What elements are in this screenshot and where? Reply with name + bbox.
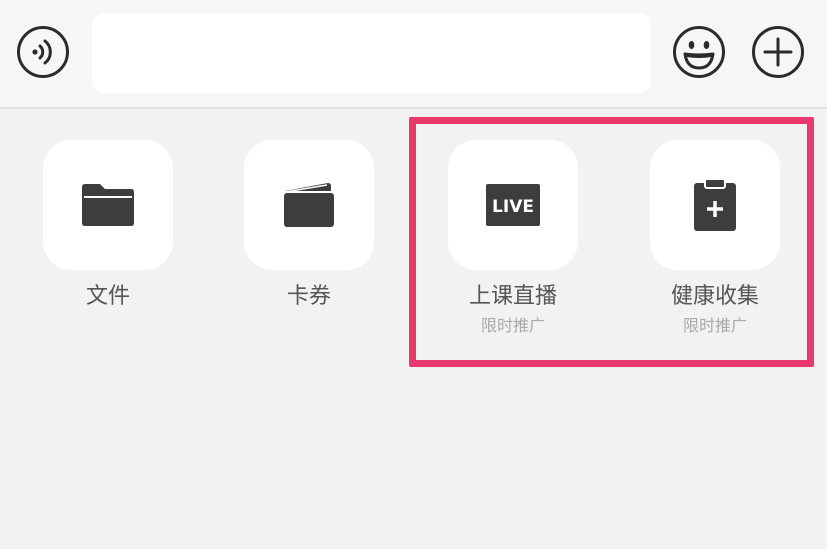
- chat-input-bar: [0, 0, 827, 109]
- live-icon: LIVE: [486, 184, 540, 226]
- live-icon-text: LIVE: [492, 197, 534, 217]
- app-label: 上课直播: [468, 284, 557, 309]
- more-button[interactable]: [751, 25, 805, 79]
- app-file[interactable]: 文件: [43, 140, 173, 312]
- app-health-collect[interactable]: 健康收集 限时推广: [650, 140, 780, 336]
- app-label: 健康收集: [670, 284, 759, 309]
- app-label: 文件: [85, 284, 130, 309]
- app-subtitle: 限时推广: [480, 316, 545, 335]
- plus-circle-icon: [752, 26, 804, 78]
- chat-more-panel: 文件 卡券 LIVE 上课直播 限时推广 健康收集 限时推广: [0, 0, 827, 549]
- app-tile[interactable]: LIVE: [448, 140, 578, 270]
- emoji-button[interactable]: [672, 25, 726, 79]
- app-card-coupon[interactable]: 卡券: [244, 140, 374, 312]
- voice-button[interactable]: [16, 25, 70, 79]
- app-live-class[interactable]: LIVE 上课直播 限时推广: [448, 140, 578, 336]
- app-tile[interactable]: [650, 140, 780, 270]
- message-input[interactable]: [92, 13, 651, 93]
- folder-icon: [82, 184, 134, 226]
- clipboard-plus-icon: [694, 178, 736, 231]
- app-label: 卡券: [286, 284, 331, 309]
- wallet-icon: [284, 183, 334, 227]
- voice-icon: [17, 26, 69, 78]
- app-subtitle: 限时推广: [682, 316, 747, 335]
- app-tile[interactable]: [43, 140, 173, 270]
- emoji-smile-icon: [673, 26, 725, 78]
- app-tile[interactable]: [244, 140, 374, 270]
